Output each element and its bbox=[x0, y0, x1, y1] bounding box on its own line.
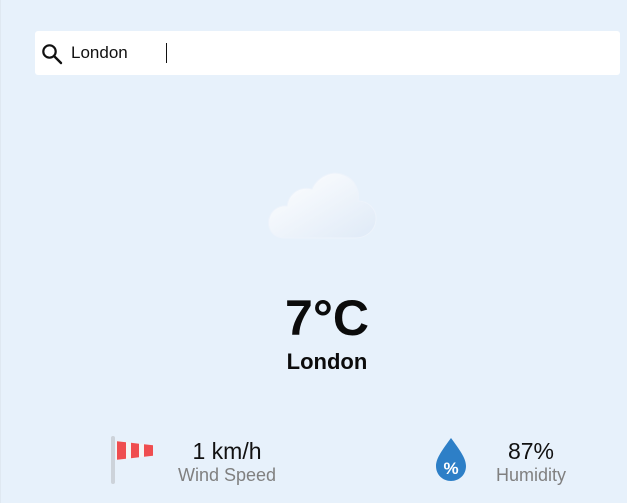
search-input[interactable] bbox=[71, 41, 591, 65]
humidity-value: 87% bbox=[507, 438, 555, 464]
search-bar[interactable] bbox=[35, 31, 620, 75]
text-caret bbox=[166, 43, 167, 63]
windsock-icon bbox=[107, 434, 159, 486]
cloud-icon bbox=[267, 168, 379, 244]
humidity-symbol: % bbox=[443, 459, 458, 478]
wind-speed-label: Wind Speed bbox=[177, 465, 277, 485]
weather-app: 7°C London 1 km/h Wind Speed % 87% Humid… bbox=[0, 0, 627, 503]
wind-speed-value: 1 km/h bbox=[192, 438, 262, 464]
search-icon[interactable] bbox=[41, 43, 63, 65]
humidity-drop-icon: % bbox=[433, 436, 469, 482]
humidity-label: Humidity bbox=[495, 465, 566, 485]
city-name: London bbox=[286, 349, 368, 374]
temperature-display: 7°C bbox=[285, 290, 369, 346]
